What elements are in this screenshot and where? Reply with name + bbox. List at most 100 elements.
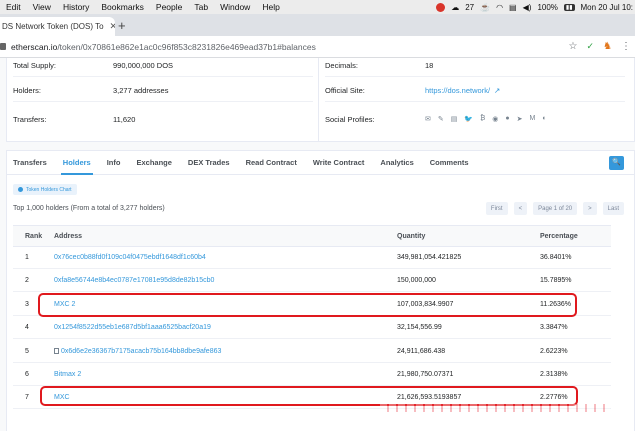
- menu-people[interactable]: People: [150, 2, 188, 12]
- blog-icon[interactable]: ✎: [438, 115, 444, 123]
- col-quantity: Quantity: [397, 233, 426, 240]
- decimals-value: 18: [425, 61, 434, 70]
- rank-cell: 1: [25, 254, 29, 261]
- contract-icon: [54, 348, 59, 354]
- menu-window[interactable]: Window: [214, 2, 256, 12]
- menu-help[interactable]: Help: [256, 2, 285, 12]
- first-page-button[interactable]: First: [485, 202, 508, 215]
- next-page-button[interactable]: >: [583, 202, 597, 215]
- email-icon[interactable]: ✉: [425, 115, 431, 123]
- star-icon[interactable]: ☆: [569, 41, 578, 52]
- rank-cell: 6: [25, 371, 29, 378]
- holders-label: Holders:: [13, 86, 41, 95]
- address-link[interactable]: 0x1254f8522d55eb1e687d5bf1aaa6525bacf20a…: [54, 324, 211, 331]
- col-percentage: Percentage: [540, 233, 578, 240]
- col-rank: Rank: [25, 233, 43, 240]
- twitter-icon[interactable]: 🐦: [464, 115, 473, 123]
- tab-exchange[interactable]: Exchange: [136, 158, 171, 167]
- pagination: First < Page 1 of 20 > Last: [485, 202, 624, 215]
- telegram-icon[interactable]: ➤: [517, 115, 523, 123]
- percentage-cell: 2.3138%: [540, 371, 568, 378]
- percentage-cell: 36.8401%: [540, 254, 572, 261]
- decimals-row: Decimals: 18: [325, 58, 625, 77]
- address-link[interactable]: 0xfa8e56744e8b4ec0787e17081e95d8de82b15c…: [54, 277, 214, 284]
- volume-icon[interactable]: ◀): [523, 3, 532, 12]
- menu-tab[interactable]: Tab: [188, 2, 214, 12]
- new-tab-button[interactable]: +: [118, 18, 126, 33]
- metamask-icon[interactable]: ♞: [603, 41, 612, 52]
- address-link[interactable]: Bitmax 2: [54, 371, 81, 378]
- total-supply-value: 990,000,000 DOS: [113, 61, 174, 70]
- battery-icon[interactable]: ▮▮: [563, 3, 575, 11]
- system-menubar: Edit View History Bookmarks People Tab W…: [0, 0, 635, 14]
- github-icon[interactable]: ◉: [492, 115, 498, 123]
- tab-transfers[interactable]: Transfers: [13, 158, 47, 167]
- medium-icon[interactable]: M: [530, 115, 536, 123]
- menu-history[interactable]: History: [57, 2, 95, 12]
- page-indicator: Page 1 of 20: [533, 202, 578, 215]
- quantity-cell: 150,000,000: [397, 277, 436, 284]
- social-icons: ✉ ✎ ▤ 🐦 ₿ ◉ ● ➤ M ◐: [425, 115, 547, 123]
- tab-info[interactable]: Info: [107, 158, 121, 167]
- official-site-link[interactable]: https://dos.network/: [425, 86, 490, 95]
- address-link[interactable]: 0x6d6e2e36367b7175acacb75b164bb8dbe9afe8…: [54, 348, 221, 355]
- browser-tab-active[interactable]: DS Network Token (DOS) To ✕: [0, 17, 115, 36]
- table-row: 1 0x76cec0b88fd0f109c04f0475ebdf1648df1c…: [13, 247, 611, 269]
- browser-tabstrip: DS Network Token (DOS) To ✕ +: [0, 14, 635, 36]
- menu-bookmarks[interactable]: Bookmarks: [95, 2, 150, 12]
- holders-row: Holders: 3,277 addresses: [13, 80, 313, 102]
- more-icon[interactable]: ⋮: [621, 41, 631, 52]
- external-link-icon[interactable]: ↗: [494, 86, 500, 95]
- quantity-cell: 349,981,054.421825: [397, 254, 462, 261]
- check-icon[interactable]: ✓: [586, 41, 594, 52]
- coinmarketcap-icon[interactable]: ◐: [542, 115, 546, 123]
- tab-write-contract[interactable]: Write Contract: [313, 158, 365, 167]
- tab-dex-trades[interactable]: DEX Trades: [188, 158, 230, 167]
- quantity-cell: 21,980,750.07371: [397, 371, 454, 378]
- percentage-cell: 2.6223%: [540, 348, 568, 355]
- prev-page-button[interactable]: <: [513, 202, 528, 215]
- transfers-row: Transfers: 11,620: [13, 108, 313, 130]
- transfers-value: 11,620: [113, 114, 136, 124]
- token-holders-chart-button[interactable]: Token Holders Chart: [13, 184, 77, 195]
- table-row: 6 Bitmax 2 21,980,750.07371 2.3138%: [13, 364, 611, 386]
- menu-view[interactable]: View: [27, 2, 57, 12]
- reddit-icon[interactable]: ●: [505, 115, 509, 123]
- last-page-button[interactable]: Last: [602, 202, 624, 215]
- tab-comments[interactable]: Comments: [430, 158, 469, 167]
- holders-summary: Top 1,000 holders (From a total of 3,277…: [13, 205, 165, 212]
- record-icon[interactable]: [436, 2, 446, 12]
- decimals-label: Decimals:: [325, 61, 358, 70]
- tab-analytics[interactable]: Analytics: [380, 158, 413, 167]
- url-field[interactable]: etherscan.io/token/0x70861e862e1ac0c96f8…: [11, 42, 316, 52]
- rank-cell: 7: [25, 394, 29, 401]
- tab-read-contract[interactable]: Read Contract: [246, 158, 297, 167]
- status-area: ☁ 27 ☕ ◠ ▤ ◀) 100% ▮▮ Mon 20 Jul 10:: [436, 0, 635, 14]
- cloud-icon[interactable]: ☁: [451, 3, 459, 12]
- address-bar: etherscan.io/token/0x70861e862e1ac0c96f8…: [0, 36, 635, 58]
- menu-edit[interactable]: Edit: [0, 2, 27, 12]
- percentage-cell: 3.3847%: [540, 324, 568, 331]
- cup-icon[interactable]: ☕: [480, 3, 490, 12]
- lock-icon[interactable]: [0, 43, 6, 50]
- address-link[interactable]: 0x76cec0b88fd0f109c04f0475ebdf1648df1c60…: [54, 254, 206, 261]
- flag-icon[interactable]: ▤: [509, 3, 517, 12]
- url-path: /token/0x70861e862e1ac0c96f853c8231826e4…: [57, 41, 316, 52]
- col-address: Address: [54, 233, 83, 240]
- bitcointalk-icon[interactable]: ₿: [480, 115, 485, 123]
- page-content: Total Supply: 990,000,000 DOS Holders: 3…: [0, 58, 635, 431]
- total-supply-label: Total Supply:: [13, 61, 56, 70]
- holders-value: 3,277 addresses: [113, 86, 169, 95]
- rank-cell: 3: [25, 301, 29, 308]
- social-profiles-row: Social Profiles: ✉ ✎ ▤ 🐦 ₿ ◉ ● ➤ M ◐: [325, 108, 625, 130]
- search-icon[interactable]: 🔍: [609, 156, 624, 170]
- whitepaper-icon[interactable]: ▤: [451, 115, 458, 123]
- social-label: Social Profiles:: [325, 114, 375, 124]
- close-icon[interactable]: ✕: [110, 21, 115, 32]
- table-row: 2 0xfa8e56744e8b4ec0787e17081e95d8de82b1…: [13, 270, 611, 292]
- clock[interactable]: Mon 20 Jul 10:: [581, 3, 633, 12]
- wifi-icon[interactable]: ◠: [496, 3, 503, 12]
- overview-card: Total Supply: 990,000,000 DOS Holders: 3…: [6, 58, 324, 142]
- tab-holders[interactable]: Holders: [60, 158, 93, 175]
- percentage-cell: 15.7895%: [540, 277, 572, 284]
